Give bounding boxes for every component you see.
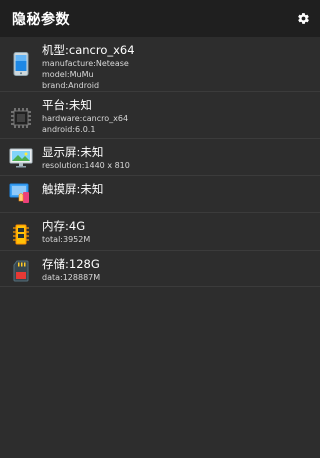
list-item-touchscreen[interactable]: 触摸屏:未知 [0,176,320,213]
item-detail: android:6.0.1 [42,125,96,134]
item-label: 平台:未知 [42,98,92,112]
item-detail: brand:Android [42,81,100,90]
phone-icon [13,52,29,80]
list-item-platform[interactable]: 平台:未知 hardware:cancro_x64 android:6.0.1 [0,92,320,139]
item-detail: total:3952M [42,235,91,244]
touch-icon [9,183,33,209]
item-label: 内存:4G [42,219,86,233]
item-label: 触摸屏:未知 [42,182,104,196]
item-label: 显示屏:未知 [42,145,104,159]
chip-icon [10,107,32,133]
item-detail: data:128887M [42,273,101,282]
list-item-storage[interactable]: 存储:128G data:128887M [0,251,320,287]
item-detail: hardware:cancro_x64 [42,114,129,123]
monitor-icon [9,148,33,172]
list-item-display[interactable]: 显示屏:未知 resolution:1440 x 810 [0,139,320,176]
item-detail: resolution:1440 x 810 [42,161,130,170]
item-label: 机型:cancro_x64 [42,43,135,57]
list-item-model[interactable]: 机型:cancro_x64 manufacture:Netease model:… [0,37,320,92]
item-detail: manufacture:Netease [42,59,129,68]
item-label: 存储:128G [42,257,100,271]
device-info-list: 机型:cancro_x64 manufacture:Netease model:… [0,37,320,287]
gear-icon[interactable] [296,12,310,26]
sdcard-icon [13,260,29,286]
memory-icon [13,224,29,250]
page-title: 隐秘参数 [12,11,70,28]
item-detail: model:MuMu [42,70,94,79]
app-bar: 隐秘参数 [0,0,320,37]
list-item-memory[interactable]: 内存:4G total:3952M [0,213,320,251]
